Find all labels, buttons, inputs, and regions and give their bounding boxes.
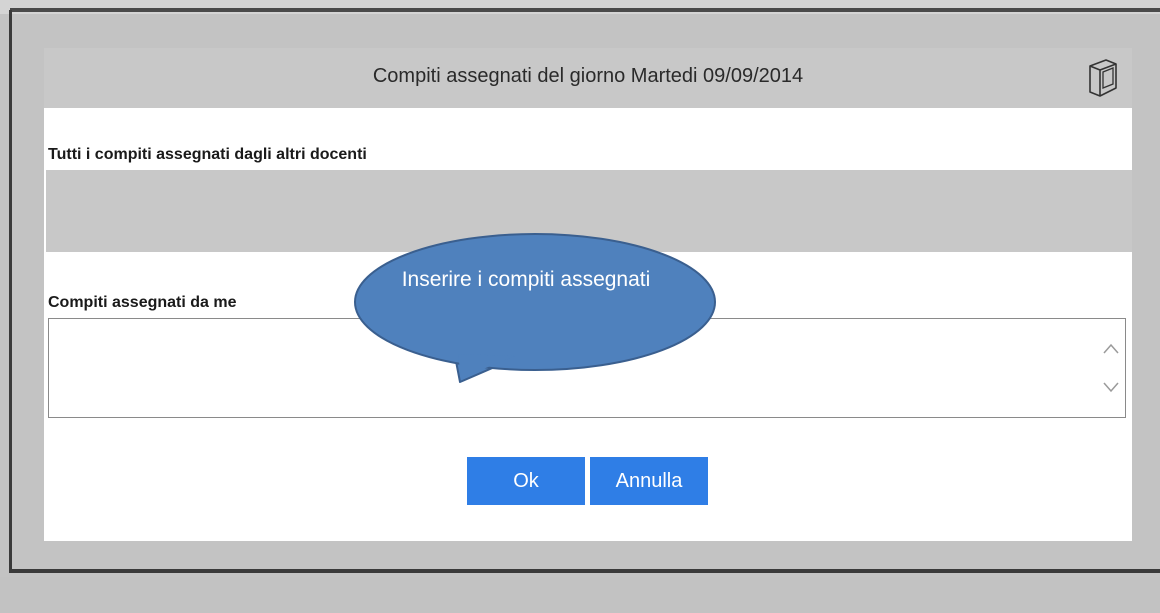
book-icon	[1089, 59, 1117, 97]
ok-button[interactable]: Ok	[467, 457, 585, 505]
others-homework-label: Tutti i compiti assegnati dagli altri do…	[48, 146, 367, 163]
chevron-down-icon[interactable]	[1101, 377, 1121, 397]
bottom-area	[0, 577, 1160, 613]
screen-frame: Compiti assegnati del giorno Martedi 09/…	[0, 0, 1160, 613]
callout-text: Inserire i compiti assegnati	[401, 268, 651, 291]
my-homework-label: Compiti assegnati da me	[48, 294, 237, 311]
chevron-up-icon[interactable]	[1101, 339, 1121, 359]
dialog-title: Compiti assegnati del giorno Martedi 09/…	[372, 65, 804, 87]
cancel-button[interactable]: Annulla	[590, 457, 708, 505]
dialog-header: Compiti assegnati del giorno Martedi 09/…	[44, 48, 1132, 108]
